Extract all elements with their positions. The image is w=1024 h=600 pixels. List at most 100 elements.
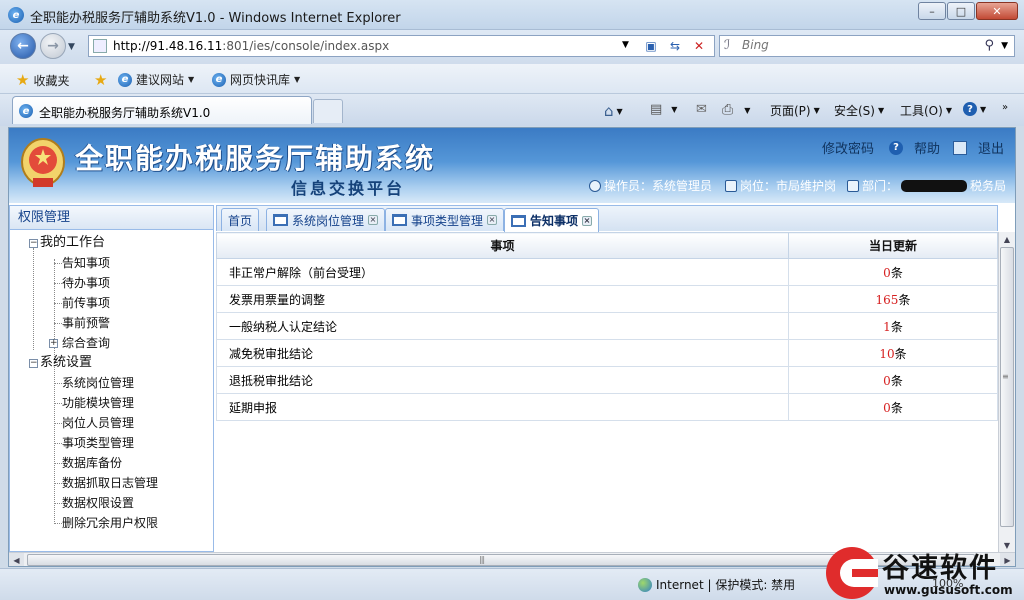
sidebar-item-label: 功能模块管理 xyxy=(62,396,135,410)
sidebar-item-fetch-log[interactable]: 数据抓取日志管理 xyxy=(10,473,213,493)
table-row[interactable]: 减免税审批结论 10条 xyxy=(216,339,998,367)
refresh-icon[interactable]: ⇆ xyxy=(665,38,685,54)
add-favorite-button[interactable]: ★ xyxy=(94,71,107,89)
row-item-name: 延期申报 xyxy=(216,393,789,421)
exit-label: 退出 xyxy=(978,142,1005,157)
chevron-down-icon: ▼ xyxy=(945,106,952,115)
rss-feed-icon: ▤ xyxy=(650,102,663,117)
collapse-icon[interactable]: − xyxy=(29,359,38,368)
header-banner: 全职能办税服务厅辅助系统 信息交换平台 修改密码 ? 帮助 退出 操作员：系统管… xyxy=(9,128,1015,203)
table-row[interactable]: 发票用票量的调整 165条 xyxy=(216,285,998,313)
tab-home[interactable]: 首页 xyxy=(221,208,260,231)
home-button[interactable]: ⌂ ▼ xyxy=(604,102,623,120)
scroll-left-icon[interactable]: ◀ xyxy=(9,553,24,566)
stop-icon[interactable]: ✕ xyxy=(689,38,709,54)
address-dropdown-icon[interactable]: ▼ xyxy=(622,40,629,50)
history-dropdown-icon[interactable]: ▼ xyxy=(68,42,75,52)
sidebar-item-warning[interactable]: 事前预警 xyxy=(10,313,213,333)
close-window-button[interactable]: ✕ xyxy=(976,2,1018,20)
chevron-down-icon: ▼ xyxy=(744,105,751,115)
compatibility-view-icon[interactable]: ▣ xyxy=(641,38,661,54)
close-tab-icon[interactable]: × xyxy=(368,215,379,225)
feeds-button[interactable]: ▤ ▼ xyxy=(650,102,677,117)
print-button[interactable]: ⎙ ▼ xyxy=(722,102,750,118)
vertical-scrollbar[interactable]: ▲ ≡ ▼ xyxy=(998,232,1015,552)
security-zone[interactable]: Internet | 保护模式: 禁用 xyxy=(638,576,795,593)
tools-menu[interactable]: 工具(O) ▼ xyxy=(900,102,952,119)
sidebar-item-data-permission[interactable]: 数据权限设置 xyxy=(10,493,213,513)
sidebar-item-forward[interactable]: 前传事项 xyxy=(10,293,213,313)
tree-group-label: 我的工作台 xyxy=(40,235,106,250)
table-row[interactable]: 延期申报 0条 xyxy=(216,393,998,421)
back-button[interactable]: ← xyxy=(10,33,36,59)
search-icon[interactable]: ⚲ xyxy=(984,38,994,53)
sidebar-item-todo[interactable]: 待办事项 xyxy=(10,273,213,293)
search-input[interactable] xyxy=(742,38,972,52)
new-tab-button[interactable] xyxy=(313,99,343,123)
vertical-scroll-thumb[interactable] xyxy=(1000,247,1014,527)
sidebar-item-remove-redundant[interactable]: 删除冗余用户权限 xyxy=(10,513,213,533)
read-mail-button[interactable]: ✉ xyxy=(696,102,707,117)
browser-tab-active[interactable]: e 全职能办税服务厅辅助系统V1.0 xyxy=(12,96,312,124)
row-count[interactable]: 0 xyxy=(883,401,891,415)
row-count[interactable]: 0 xyxy=(883,374,891,388)
row-count-cell: 0条 xyxy=(788,393,998,421)
chevron-down-icon: ▼ xyxy=(671,105,678,114)
ie-page-icon: e xyxy=(118,72,132,87)
sidebar-item-staff-mgmt[interactable]: 岗位人员管理 xyxy=(10,413,213,433)
minimize-button[interactable]: – xyxy=(918,2,946,20)
table-row[interactable]: 非正常户解除（前台受理） 0条 xyxy=(216,258,998,286)
address-field[interactable]: http://91.48.16.11:801/ies/console/index… xyxy=(88,35,715,57)
grip-icon: ||| xyxy=(479,555,485,564)
web-slice-gallery-link[interactable]: e 网页快讯库 ▼ xyxy=(212,71,300,88)
change-password-link[interactable]: 修改密码 xyxy=(822,138,874,157)
exit-link[interactable]: 退出 xyxy=(953,138,1004,157)
search-options-icon[interactable]: ▼ xyxy=(1001,41,1008,51)
close-tab-icon[interactable]: × xyxy=(487,215,498,225)
maximize-button[interactable]: □ xyxy=(947,2,975,20)
sidebar-item-label: 事前预警 xyxy=(62,316,111,330)
browser-tab-title: 全职能办税服务厅辅助系统V1.0 xyxy=(39,106,211,120)
tab-type-mgmt[interactable]: 事项类型管理 × xyxy=(385,208,505,231)
count-unit: 条 xyxy=(890,400,903,415)
tree-group-settings[interactable]: − 系统设置 xyxy=(10,353,213,373)
table-row[interactable]: 一般纳税人认定结论 1条 xyxy=(216,312,998,340)
forward-button[interactable]: → xyxy=(40,33,66,59)
row-count[interactable]: 10 xyxy=(879,347,894,361)
tab-post-mgmt[interactable]: 系统岗位管理 × xyxy=(266,208,386,231)
search-box[interactable]: ℐ ⚲ ▼ xyxy=(719,35,1015,57)
close-tab-icon[interactable]: × xyxy=(582,215,593,226)
sidebar-item-db-backup[interactable]: 数据库备份 xyxy=(10,453,213,473)
row-count[interactable]: 1 xyxy=(883,320,891,334)
safety-menu[interactable]: 安全(S) ▼ xyxy=(834,102,884,119)
change-password-label: 修改密码 xyxy=(822,142,875,157)
expand-icon[interactable]: + xyxy=(49,339,58,348)
sidebar-item-module-mgmt[interactable]: 功能模块管理 xyxy=(10,393,213,413)
sidebar-item-type-mgmt[interactable]: 事项类型管理 xyxy=(10,433,213,453)
help-menu[interactable]: ? ▼ xyxy=(963,102,986,116)
table-row[interactable]: 退抵税审批结论 0条 xyxy=(216,366,998,394)
add-favorite-icon: ★ xyxy=(94,71,108,89)
suggested-sites-link[interactable]: e 建议网站 ▼ xyxy=(118,71,194,88)
sidebar-item-post-mgmt[interactable]: 系统岗位管理 xyxy=(10,373,213,393)
column-header-item[interactable]: 事项 xyxy=(216,232,789,259)
sidebar-item-query[interactable]: + 综合查询 xyxy=(10,333,213,353)
notice-table: 事项 当日更新 非正常户解除（前台受理） 0条 发票用票量的调整 165条 一般… xyxy=(216,232,998,421)
row-count[interactable]: 165 xyxy=(876,293,899,307)
collapse-icon[interactable]: − xyxy=(29,239,38,248)
column-header-update[interactable]: 当日更新 xyxy=(788,232,998,259)
chevron-down-icon: ▼ xyxy=(188,75,195,84)
content-tab-strip: 首页 系统岗位管理 × 事项类型管理 × 告知事项 × xyxy=(216,205,998,232)
safety-menu-label: 安全(S) xyxy=(834,104,875,118)
scroll-up-icon[interactable]: ▲ xyxy=(999,232,1015,246)
tree-group-workbench[interactable]: − 我的工作台 xyxy=(10,233,213,253)
help-link[interactable]: ? 帮助 xyxy=(889,138,940,157)
page-menu[interactable]: 页面(P) ▼ xyxy=(770,102,820,119)
more-commands-button[interactable]: » xyxy=(1002,102,1008,113)
tab-notice[interactable]: 告知事项 × xyxy=(504,208,600,232)
row-count[interactable]: 0 xyxy=(883,266,891,280)
sidebar-item-notice[interactable]: 告知事项 xyxy=(10,253,213,273)
favorites-button[interactable]: ★ 收藏夹 xyxy=(16,71,69,89)
help-icon: ? xyxy=(963,102,977,116)
address-url[interactable]: http://91.48.16.11:801/ies/console/index… xyxy=(113,39,389,53)
